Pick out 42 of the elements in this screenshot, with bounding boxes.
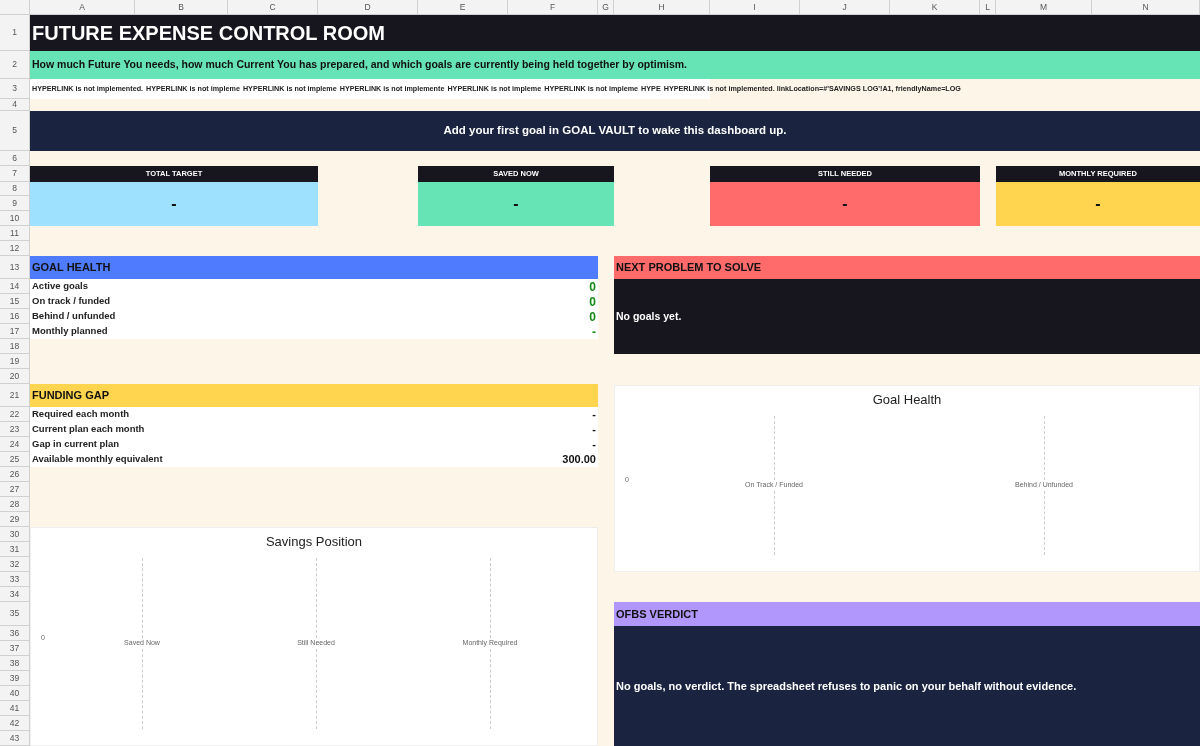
row-header[interactable]: 11 [0, 226, 30, 241]
dashboard-title: FUTURE EXPENSE CONTROL ROOM [30, 15, 1200, 51]
chart-title: Goal Health [872, 391, 942, 409]
row-value: 0 [589, 293, 596, 311]
row-header[interactable]: 20 [0, 369, 30, 384]
row-value: - [592, 422, 596, 438]
row-label: Available monthly equivalent [32, 452, 163, 467]
row-label: Monthly planned [32, 324, 108, 339]
row-value: 0 [589, 308, 596, 326]
section-header: FUNDING GAP [30, 384, 598, 407]
row-label: Gap in current plan [32, 437, 120, 452]
row-header[interactable]: 12 [0, 241, 30, 256]
row-header[interactable]: 27 [0, 482, 30, 497]
row-label: Required each month [32, 407, 130, 422]
row-value: - [592, 407, 596, 423]
row-value: - [592, 437, 596, 453]
row-label: On track / funded [32, 294, 111, 309]
row-header[interactable]: 4 [0, 99, 30, 111]
row-label: Behind / unfunded [32, 309, 116, 324]
row-label: Current plan each month [32, 422, 145, 437]
row-header[interactable]: 18 [0, 339, 30, 354]
row-value: 300.00 [562, 452, 596, 468]
verdict-panel: No goals, no verdict. The spreadsheet refuses to panic on your behalf without evidence. [614, 626, 1200, 746]
row-header[interactable]: 29 [0, 512, 30, 527]
banner: Add your first goal in GOAL VAULT to wake this dashboard up. [30, 111, 1200, 151]
row-header[interactable]: 28 [0, 497, 30, 512]
kpi-value: - [418, 182, 614, 226]
chart-title: Savings Position [265, 533, 363, 551]
kpi-value: - [996, 182, 1200, 226]
row-value: 0 [589, 278, 596, 296]
row-header[interactable]: 19 [0, 354, 30, 369]
row-value: - [592, 323, 596, 341]
section-header: NEXT PROBLEM TO SOLVE [614, 256, 1200, 279]
message-panel: No goals yet. [614, 279, 1200, 354]
row-label: Active goals [32, 279, 88, 294]
section-header: OFBS VERDICT [614, 602, 1200, 626]
kpi-value: - [710, 182, 980, 226]
row-header[interactable]: 26 [0, 467, 30, 482]
row-header[interactable]: 6 [0, 151, 30, 166]
section-header: GOAL HEALTH [30, 256, 598, 279]
kpi-value: - [30, 182, 318, 226]
subtitle: How much Future You needs, how much Current You has prepared, and which goals are currently being held together by optimism. [30, 51, 1200, 79]
